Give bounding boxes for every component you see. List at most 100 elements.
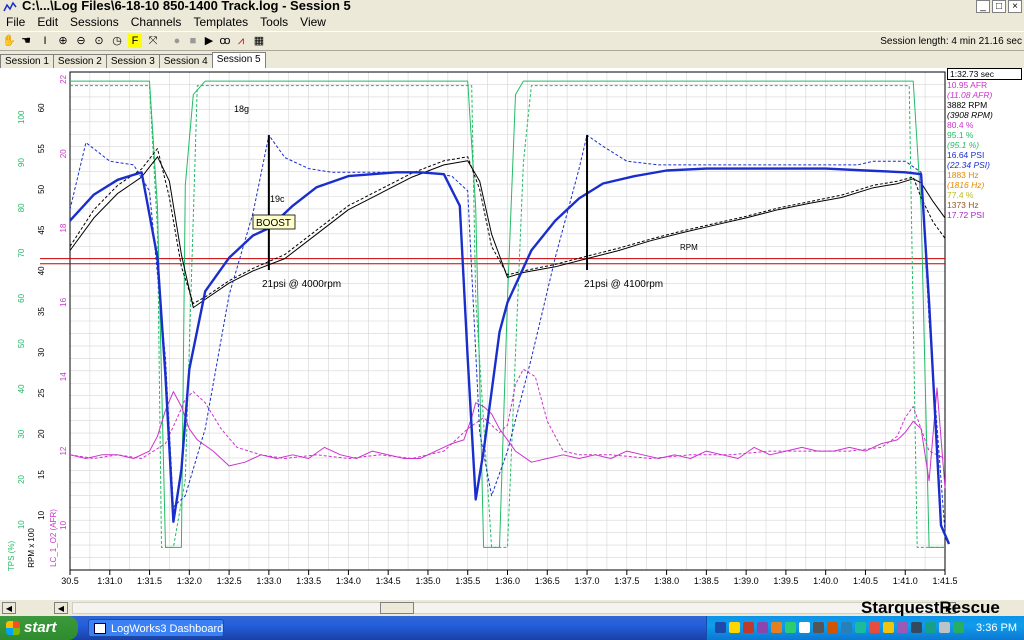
- afr-axis-tick-label: 16: [59, 297, 68, 306]
- measure-icon[interactable]: ⤧: [146, 34, 160, 48]
- tab-session-5[interactable]: Session 5: [211, 52, 266, 69]
- tray-icon-4[interactable]: [757, 622, 768, 633]
- tray-icon-7[interactable]: [799, 622, 810, 633]
- play-icon[interactable]: ▶: [202, 34, 216, 48]
- legend-row: 3882 RPM: [947, 100, 988, 110]
- label-psi-2: 21psi @ 4100rpm: [584, 279, 663, 290]
- tab-session-2[interactable]: Session 2: [52, 54, 107, 69]
- tray-icon-1[interactable]: [715, 622, 726, 633]
- tray-icon-6[interactable]: [785, 622, 796, 633]
- menu-channels[interactable]: Channels: [125, 14, 188, 30]
- tab-session-4[interactable]: Session 4: [158, 54, 213, 69]
- afr-axis-title: LC_1_O2 (AFR): [49, 509, 58, 567]
- legend-row: 77.4 %: [947, 190, 974, 200]
- toolbar: ✋ ☚ I ⊕ ⊖ ⊙ ◷ F ⤧ ● ■ ▶ ꝏ ⩘ ▦ Session le…: [0, 31, 1024, 51]
- task-logworks-dashboard[interactable]: LogWorks3 Dashboard: [88, 619, 224, 637]
- x-tick-label: 1:41.0: [893, 576, 918, 586]
- label-18g: 18g: [234, 104, 249, 114]
- tray-icon-13[interactable]: [883, 622, 894, 633]
- cursor-icon[interactable]: I: [38, 34, 52, 48]
- hand-icon[interactable]: ✋: [2, 34, 16, 48]
- zoom-fit-icon[interactable]: ⊙: [92, 34, 106, 48]
- legend-row: 10.95 AFR: [947, 80, 988, 90]
- afr-axis-tick-label: 18: [59, 223, 68, 232]
- legend-row: (11.08 AFR): [947, 90, 993, 100]
- graph-icon[interactable]: ⩘: [234, 34, 248, 48]
- x-tick-label: 1:33.0: [256, 576, 281, 586]
- x-tick-label: 1:31.5: [137, 576, 162, 586]
- stop-icon[interactable]: ■: [186, 34, 200, 48]
- x-tick-label: 30.5: [61, 576, 79, 586]
- x-tick-label: 1:40.0: [813, 576, 838, 586]
- system-tray: 3:36 PM: [706, 616, 1024, 640]
- tps-axis-tick-label: 40: [17, 384, 26, 393]
- rpm-axis-tick-label: 20: [37, 429, 46, 438]
- rpm-axis-tick-label: 10: [37, 510, 46, 519]
- windows-logo-icon: [6, 621, 20, 635]
- zoom-out-icon[interactable]: ⊖: [74, 34, 88, 48]
- tray-icon-12[interactable]: [869, 622, 880, 633]
- menu-edit[interactable]: Edit: [31, 14, 64, 30]
- legend-row: 1883 Hz: [947, 170, 979, 180]
- afr-axis-tick-label: 20: [59, 149, 68, 158]
- rpm-axis-tick-label: 35: [37, 307, 46, 316]
- clock-icon[interactable]: ◷: [110, 34, 124, 48]
- x-tick-label: 1:38.0: [654, 576, 679, 586]
- tab-session-1[interactable]: Session 1: [0, 54, 54, 69]
- app-icon: [3, 1, 17, 12]
- legend-row: (1816 Hz): [947, 180, 985, 190]
- record-icon[interactable]: ●: [170, 34, 184, 48]
- chart-area[interactable]: 30.5 1:31.0 1:31.5 1:32.0 1:32.5 1:33.0 1:33.5…: [0, 68, 1024, 600]
- minimize-button[interactable]: _: [976, 0, 990, 13]
- scroll-thumb[interactable]: [380, 602, 414, 614]
- tray-icon-16[interactable]: [925, 622, 936, 633]
- scroll-track[interactable]: [72, 602, 942, 614]
- tray-icon-5[interactable]: [771, 622, 782, 633]
- tray-icon-14[interactable]: [897, 622, 908, 633]
- maximize-button[interactable]: □: [992, 0, 1006, 13]
- afr-axis-tick-label: 12: [59, 446, 68, 455]
- x-tick-label: 1:33.5: [296, 576, 321, 586]
- taskbar: start LogWorks3 Dashboard 3:36 PM: [0, 616, 1024, 640]
- tray-icon-2[interactable]: [729, 622, 740, 633]
- tray-icon-3[interactable]: [743, 622, 754, 633]
- tray-icon-10[interactable]: [841, 622, 852, 633]
- rpm-axis-title: RPM x 100: [27, 528, 36, 568]
- tab-session-3[interactable]: Session 3: [105, 54, 160, 69]
- scroll-left-icon[interactable]: ◀: [2, 602, 16, 614]
- binoculars-icon[interactable]: ꝏ: [218, 34, 232, 48]
- start-label: start: [24, 619, 57, 636]
- marker-icon[interactable]: F: [128, 34, 142, 48]
- rpm-axis-tick-label: 15: [37, 470, 46, 479]
- label-psi-1: 21psi @ 4000rpm: [262, 279, 341, 290]
- tray-icon-17[interactable]: [939, 622, 950, 633]
- session-length: Session length: 4 min 21.16 sec: [880, 36, 1022, 47]
- afr-axis-tick-label: 10: [59, 520, 68, 529]
- menu-sessions[interactable]: Sessions: [64, 14, 125, 30]
- table-icon[interactable]: ▦: [252, 34, 266, 48]
- tray-icon-18[interactable]: [953, 622, 964, 633]
- close-button[interactable]: ×: [1008, 0, 1022, 13]
- legend-time: 1:32.73 sec: [947, 68, 1022, 80]
- tray-icon-11[interactable]: [855, 622, 866, 633]
- tray-icon-8[interactable]: [813, 622, 824, 633]
- session-tabs: Session 1 Session 2 Session 3 Session 4 …: [0, 52, 266, 69]
- select-icon[interactable]: ☚: [19, 34, 33, 48]
- menu-view[interactable]: View: [294, 14, 332, 30]
- menu-templates[interactable]: Templates: [187, 14, 254, 30]
- x-tick-label: 1:34.5: [376, 576, 401, 586]
- task-label: LogWorks3 Dashboard: [111, 623, 224, 635]
- clock: 3:36 PM: [976, 622, 1017, 634]
- menu-tools[interactable]: Tools: [254, 14, 294, 30]
- x-tick-label: 1:32.5: [217, 576, 242, 586]
- x-tick-label: 1:38.5: [694, 576, 719, 586]
- start-button[interactable]: start: [0, 616, 78, 640]
- rpm-axis-tick-label: 50: [37, 184, 46, 193]
- legend-row: 95.1 %: [947, 130, 974, 140]
- menu-file[interactable]: File: [0, 14, 31, 30]
- zoom-in-icon[interactable]: ⊕: [56, 34, 70, 48]
- log-chart[interactable]: 30.5 1:31.0 1:31.5 1:32.0 1:32.5 1:33.0 1:33.5…: [0, 68, 1024, 600]
- scroll-left-page-icon[interactable]: ◀: [54, 602, 68, 614]
- tray-icon-9[interactable]: [827, 622, 838, 633]
- tray-icon-15[interactable]: [911, 622, 922, 633]
